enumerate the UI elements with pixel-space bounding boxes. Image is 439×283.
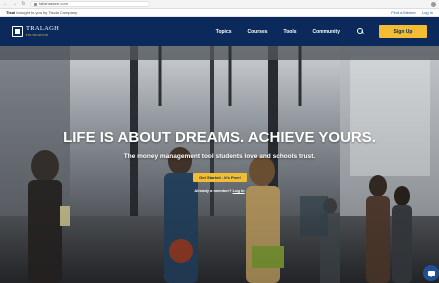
site-header: TRALAGH FOUNDATION Topics Courses Tools …: [0, 17, 439, 46]
promo-text: Tisol brought to you by Tisola Company: [6, 10, 77, 15]
nav-item-topics[interactable]: Topics: [216, 29, 232, 35]
browser-toolbar: ← → ↻ tallahassee.com: [0, 0, 439, 9]
lock-icon: [34, 2, 37, 6]
sign-up-button[interactable]: Sign Up: [379, 25, 427, 38]
login-prefix: Already a member?: [194, 188, 232, 193]
member-login-line: Already a member? Log In: [0, 188, 439, 193]
promo-body: brought to you by Tisola Company: [16, 10, 78, 15]
search-icon[interactable]: [356, 27, 365, 36]
reload-icon[interactable]: ↻: [21, 1, 26, 7]
promo-login-link[interactable]: Log In: [422, 10, 433, 15]
hero-subhead: The money management tool students love …: [123, 153, 316, 160]
hero-overlay: [0, 46, 439, 283]
nav-item-tools[interactable]: Tools: [284, 29, 297, 35]
hero-section: LIFE IS ABOUT DREAMS. ACHIEVE YOURS. The…: [0, 46, 439, 283]
nav-item-community[interactable]: Community: [313, 29, 341, 35]
promo-bar: Tisol brought to you by Tisola Company F…: [0, 9, 439, 17]
back-arrow-icon[interactable]: ←: [3, 1, 8, 7]
site-logo[interactable]: TRALAGH FOUNDATION: [12, 26, 59, 37]
logo-mark: [12, 26, 23, 37]
nav-item-courses[interactable]: Courses: [248, 29, 268, 35]
promo-links: Find a Mentor Log In: [391, 10, 433, 15]
find-mentor-link[interactable]: Find a Mentor: [391, 10, 416, 15]
page: ← → ↻ tallahassee.com Tisol brought to y…: [0, 0, 439, 283]
logo-wordmark: TRALAGH FOUNDATION: [26, 26, 59, 37]
chat-icon: [427, 270, 435, 277]
hero-login-link[interactable]: Log In: [233, 188, 245, 193]
get-started-button[interactable]: Get Started - It's Free!: [193, 173, 247, 182]
chat-button[interactable]: [423, 265, 439, 281]
main-nav: Topics Courses Tools Community: [216, 27, 365, 36]
promo-lead: Tisol: [6, 10, 16, 15]
forward-arrow-icon[interactable]: →: [12, 1, 17, 7]
logo-sub-text: FOUNDATION: [26, 32, 49, 37]
profile-icon[interactable]: [431, 1, 436, 7]
logo-main-text: TRALAGH: [26, 25, 60, 33]
address-bar[interactable]: tallahassee.com: [30, 1, 150, 7]
hero-headline: LIFE IS ABOUT DREAMS. ACHIEVE YOURS.: [63, 129, 376, 146]
url-text: tallahassee.com: [39, 1, 68, 6]
